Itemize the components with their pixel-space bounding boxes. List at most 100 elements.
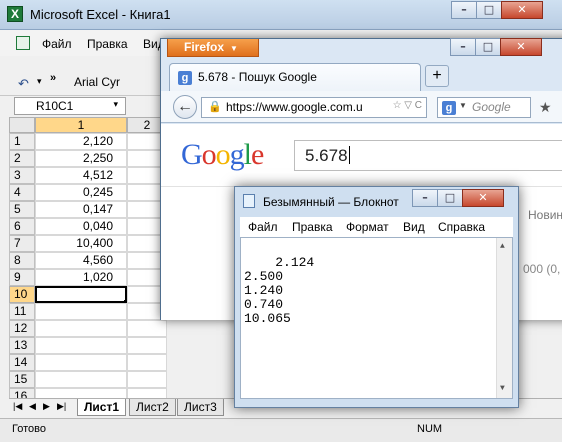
active-cell[interactable] [35,286,129,305]
status-text: Готово [12,423,46,435]
vertical-scrollbar[interactable]: ▲ ▼ [496,238,512,398]
menu-edit[interactable]: Правка [87,37,128,51]
table-cell[interactable] [35,371,127,388]
undo-icon[interactable]: ↶ [18,76,29,92]
table-cell[interactable] [35,303,127,320]
maximize-button[interactable]: □ [475,38,501,56]
table-cell[interactable] [35,354,127,371]
chevron-down-icon: ▼ [230,44,238,53]
row-header[interactable]: 8 [9,252,35,269]
search-engine-dropdown-icon[interactable]: ▼ [459,101,467,110]
minimize-button[interactable]: – [450,38,476,56]
close-button[interactable]: ✕ [501,1,543,19]
select-all-corner[interactable] [9,117,35,133]
notepad-menu-bar: Файл Правка Формат Вид Справка [240,217,513,237]
sheet-tab-2[interactable]: Лист2 [129,399,176,416]
table-cell[interactable] [127,354,167,371]
back-button[interactable]: ← [173,95,197,119]
next-sheet-icon[interactable]: ▶ [43,401,50,412]
table-cell[interactable]: 4,560 [35,252,127,269]
row-header[interactable]: 5 [9,201,35,218]
google-favicon-icon: g [178,71,192,85]
name-box[interactable]: R10C1 ▾ [14,97,126,115]
workbook-icon[interactable] [16,36,30,50]
notepad-text-area[interactable]: 2.124 2.500 1.240 0.740 10.065 ▲ ▼ [240,237,513,399]
undo-dropdown-icon[interactable]: ▾ [37,76,42,87]
excel-title-bar[interactable]: X Microsoft Excel - Книга1 – □ ✕ [0,0,562,30]
table-cell[interactable]: 0,040 [35,218,127,235]
last-sheet-icon[interactable]: ▶| [57,401,66,412]
table-cell[interactable]: 0,245 [35,184,127,201]
url-text: https://www.google.com.u [226,100,363,114]
row-header[interactable]: 10 [9,286,35,303]
excel-logo-icon: X [7,6,23,22]
firefox-menu-label: Firefox [184,40,225,54]
table-cell[interactable] [35,320,127,337]
table-cell[interactable]: 0,147 [35,201,127,218]
minimize-button[interactable]: – [412,189,438,207]
firefox-window-controls: – □ ✕ [450,38,542,56]
table-cell[interactable] [127,320,167,337]
table-cell[interactable]: 10,400 [35,235,127,252]
table-cell[interactable] [127,337,167,354]
prev-sheet-icon[interactable]: ◀ [29,401,36,412]
row-header[interactable]: 3 [9,167,35,184]
menu-edit[interactable]: Правка [292,220,333,234]
menu-view[interactable]: Вид [403,220,425,234]
bookmark-star-icon[interactable]: ★ [539,99,552,116]
maximize-button[interactable]: □ [476,1,502,19]
table-cell[interactable] [127,371,167,388]
notepad-window: Безымянный — Блокнот – □ ✕ Файл Правка Ф… [234,186,519,408]
font-name-select[interactable]: Arial Cyr [70,74,160,92]
row-header[interactable]: 13 [9,337,35,354]
close-button[interactable]: ✕ [500,38,542,56]
table-cell[interactable]: 4,512 [35,167,127,184]
notepad-icon [243,194,255,208]
google-search-input[interactable]: 5.678 [294,140,562,171]
sheet-tab-3[interactable]: Лист3 [177,399,224,416]
google-logo[interactable]: Google [181,138,264,172]
menu-help[interactable]: Справка [438,220,485,234]
table-cell[interactable]: 2,250 [35,150,127,167]
close-button[interactable]: ✕ [462,189,504,207]
excel-title: Microsoft Excel - Книга1 [30,7,171,22]
row-header[interactable]: 1 [9,133,35,150]
row-header[interactable]: 2 [9,150,35,167]
row-header[interactable]: 15 [9,371,35,388]
menu-file[interactable]: Файл [42,37,72,51]
menu-format[interactable]: Формат [346,220,389,234]
new-tab-button[interactable]: + [425,65,449,87]
table-cell[interactable]: 1,020 [35,269,127,286]
num-lock-indicator: NUM [417,423,443,435]
news-tab-partial[interactable]: Новин [528,208,562,222]
row-header[interactable]: 11 [9,303,35,320]
minimize-button[interactable]: – [451,1,477,19]
table-cell[interactable] [35,337,127,354]
name-box-value: R10C1 [36,99,74,113]
row-header[interactable]: 14 [9,354,35,371]
toolbar-overflow-icon[interactable]: » [50,72,56,84]
row-header[interactable]: 7 [9,235,35,252]
table-cell[interactable]: 2,120 [35,133,127,150]
scroll-up-icon[interactable]: ▲ [500,240,505,254]
search-box[interactable]: g ▼ Google [437,97,531,118]
scroll-down-icon[interactable]: ▼ [500,382,505,396]
first-sheet-icon[interactable]: |◀ [13,401,22,412]
firefox-menu-button[interactable]: Firefox ▼ [167,39,259,57]
name-box-dropdown-icon[interactable]: ▾ [113,99,118,110]
row-header[interactable]: 4 [9,184,35,201]
row-header[interactable]: 9 [9,269,35,286]
excel-window-controls: – □ ✕ [451,1,543,19]
notepad-title-bar[interactable]: Безымянный — Блокнот – □ ✕ [235,187,518,215]
url-dropdown-icon[interactable]: ☆ ▽ C [393,100,422,111]
row-header[interactable]: 6 [9,218,35,235]
browser-tab[interactable]: g 5.678 - Пошук Google [169,63,421,91]
search-engine-icon: g [442,101,456,115]
notepad-title: Безымянный — Блокнот [263,195,399,209]
column-header[interactable]: 1 [35,117,127,133]
menu-file[interactable]: Файл [248,220,278,234]
maximize-button[interactable]: □ [437,189,463,207]
address-bar[interactable]: 🔒 https://www.google.com.u ☆ ▽ C [201,97,427,118]
row-header[interactable]: 12 [9,320,35,337]
sheet-tab-1[interactable]: Лист1 [77,399,127,416]
